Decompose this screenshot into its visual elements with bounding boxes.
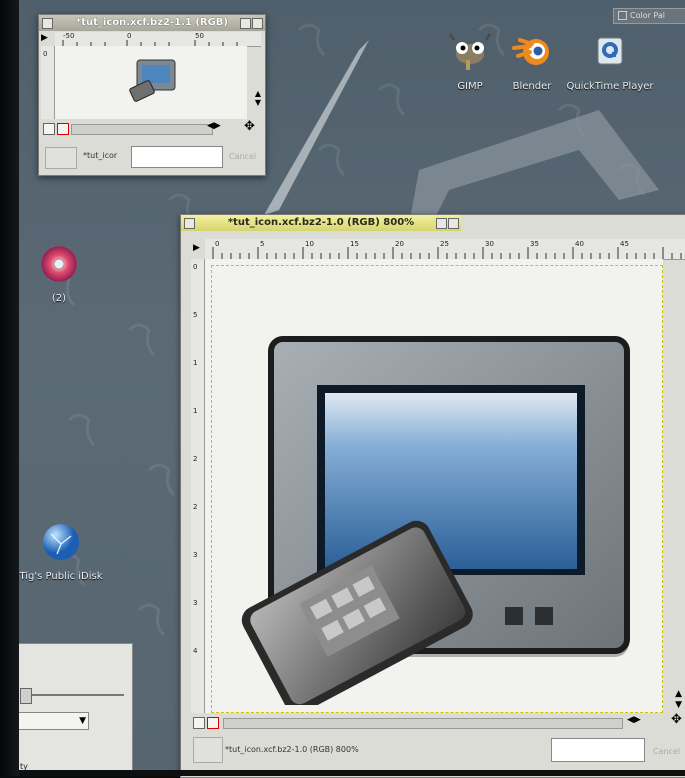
color-palette-button[interactable]	[618, 11, 627, 20]
cd-disc-icon	[41, 246, 77, 282]
desktop-icon-label: Blender	[512, 81, 552, 92]
status-bar: *tut_icor Cancel	[43, 145, 261, 169]
ruler-label: 45	[620, 240, 629, 248]
window-title: *tut_icon.xcf.bz2-1.1 (RGB)	[76, 17, 228, 28]
ruler-ticks	[62, 40, 238, 46]
color-palette-title[interactable]: Color Pal	[613, 8, 685, 24]
vertical-ruler[interactable]: 0 5 1 1 2 2 3 3 4	[191, 259, 205, 713]
ruler-label: 5	[260, 240, 265, 248]
ruler-label: 10	[305, 240, 314, 248]
image-window-small: *tut_icon.xcf.bz2-1.1 (RGB) -50 0 50 ▶ 0…	[38, 14, 266, 176]
desktop-icon-quicktime[interactable]: QuickTime Player	[565, 30, 655, 92]
ruler-label: 0	[43, 50, 48, 58]
status-text: *tut_icon.xcf.bz2-1.0 (RGB) 800%	[225, 745, 359, 754]
move-navigation-icon[interactable]: ✥	[671, 712, 682, 727]
tv-remote-thumbnail	[129, 59, 176, 102]
ruler-corner-arrow[interactable]: ▶	[41, 33, 48, 43]
window-minimize-button[interactable]	[448, 218, 459, 229]
window-title: *tut_icon.xcf.bz2-1.0 (RGB) 800%	[227, 217, 415, 228]
ruler-label: 25	[440, 240, 449, 248]
panel-slider-handle[interactable]	[20, 688, 32, 704]
navigate-button[interactable]	[57, 123, 69, 135]
quick-mask-toggle[interactable]	[193, 717, 205, 729]
ruler-label: 15	[350, 240, 359, 248]
window-titlebar[interactable]: *tut_icon.xcf.bz2-1.0 (RGB) 800%	[181, 215, 461, 231]
canvas-large[interactable]	[205, 259, 663, 713]
screen-frame-bottom	[19, 770, 685, 776]
canvas-small[interactable]	[55, 46, 247, 119]
tool-options-panel: ▼ ty	[19, 643, 133, 776]
window-minimize-button[interactable]	[252, 18, 263, 29]
navigate-button[interactable]	[207, 717, 219, 729]
move-navigation-icon[interactable]: ✥	[244, 119, 255, 134]
ruler-label: 3	[193, 551, 198, 559]
desktop-icon-idisk[interactable]: Tig's Public iDisk	[19, 520, 106, 582]
ruler-label: 1	[193, 359, 198, 367]
ruler-label: 4	[193, 647, 198, 655]
quick-mask-toggle[interactable]	[43, 123, 55, 135]
status-field	[551, 738, 645, 762]
panel-dropdown[interactable]: ▼	[19, 712, 89, 730]
window-close-button[interactable]	[184, 218, 195, 229]
ruler-label: 35	[530, 240, 539, 248]
horizontal-ruler[interactable]: 0 5 10 15 20 25 30 35 40 45	[205, 239, 685, 260]
ruler-label: 0	[193, 263, 198, 271]
cancel-button[interactable]: Cancel	[229, 152, 256, 161]
desktop-icon-cd[interactable]: (2)	[19, 242, 104, 304]
horizontal-ruler[interactable]: -50 0 50	[55, 32, 261, 47]
ruler-label: 0	[215, 240, 220, 248]
status-field	[131, 146, 223, 168]
ruler-label: 3	[193, 599, 198, 607]
image-window-large: *tut_icon.xcf.bz2-1.0 (RGB) 800% ▶ 0 5 1…	[180, 214, 685, 778]
unit-menu[interactable]	[193, 737, 223, 763]
scroll-arrows[interactable]: ◀▶	[207, 121, 221, 131]
window-zoom-button[interactable]	[436, 218, 447, 229]
quicktime-icon	[597, 37, 623, 65]
vscroll-arrows[interactable]: ▲ ▼	[255, 89, 261, 107]
cancel-button[interactable]: Cancel	[653, 747, 680, 756]
status-bar: *tut_icon.xcf.bz2-1.0 (RGB) 800% Cancel	[191, 735, 685, 765]
ruler-label: 20	[395, 240, 404, 248]
gimp-icon	[449, 33, 491, 70]
desktop-icon-label: (2)	[51, 293, 67, 304]
desktop-icon-label: QuickTime Player	[566, 81, 654, 92]
ruler-label: 40	[575, 240, 584, 248]
horizontal-scrollbar[interactable]	[223, 718, 623, 729]
ruler-label: 5	[193, 311, 198, 319]
ruler-corner-arrow[interactable]: ▶	[193, 243, 200, 253]
screen-frame-left	[0, 0, 19, 776]
chevron-down-icon: ▼	[79, 716, 86, 726]
ruler-label: 2	[193, 455, 198, 463]
window-titlebar[interactable]: *tut_icon.xcf.bz2-1.1 (RGB)	[39, 15, 265, 31]
ruler-label: 2	[193, 503, 198, 511]
blender-icon	[512, 38, 549, 65]
unit-menu[interactable]	[45, 147, 77, 169]
scroll-arrows[interactable]: ◀▶	[627, 715, 641, 725]
window-zoom-button[interactable]	[240, 18, 251, 29]
horizontal-scrollbar[interactable]	[71, 124, 213, 135]
vertical-ruler[interactable]: 0	[41, 46, 55, 119]
desktop-icon-label: Tig's Public iDisk	[19, 571, 103, 582]
ruler-label: 1	[193, 407, 198, 415]
ruler-label: 30	[485, 240, 494, 248]
panel-slider-track[interactable]	[28, 694, 124, 696]
desktop-icon-blender[interactable]: Blender	[487, 30, 577, 92]
vscroll-arrows[interactable]: ▲ ▼	[675, 689, 682, 711]
idisk-globe-icon	[43, 524, 79, 560]
status-text: *tut_icor	[83, 151, 118, 160]
tv-remote-artwork	[241, 336, 630, 705]
window-close-button[interactable]	[42, 18, 53, 29]
